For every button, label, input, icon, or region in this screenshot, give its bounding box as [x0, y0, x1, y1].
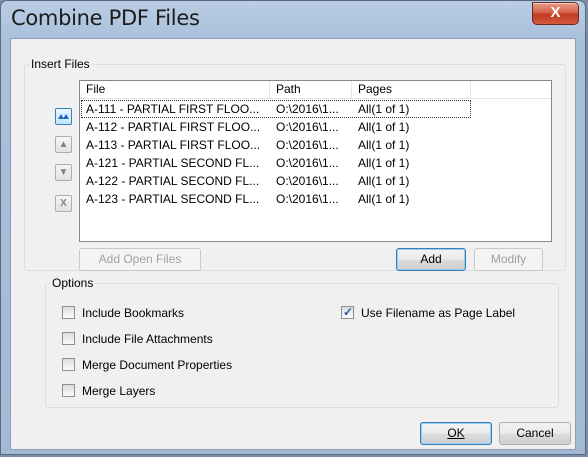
- dialog-title: Combine PDF Files: [11, 6, 200, 30]
- ok-button[interactable]: OK: [420, 422, 492, 445]
- triangle-down-icon: ▼: [58, 167, 69, 178]
- row-path: O:\2016\1...: [276, 102, 339, 116]
- insert-files-label: Insert Files: [31, 57, 90, 71]
- file-list-row[interactable]: A-112 - PARTIAL FIRST FLOO... O:\2016\1.…: [81, 118, 471, 136]
- merge-document-properties-label: Merge Document Properties: [82, 358, 233, 372]
- ok-button-label: OK: [447, 426, 465, 440]
- row-path: O:\2016\1...: [276, 156, 339, 170]
- include-file-attachments-label: Include File Attachments: [82, 332, 213, 346]
- dialog-body: Insert Files File Path Pages A-111 - PAR…: [10, 38, 576, 450]
- merge-layers-label: Merge Layers: [82, 384, 156, 398]
- move-down-button[interactable]: ▼: [55, 164, 72, 181]
- row-file: A-121 - PARTIAL SECOND FL...: [86, 156, 260, 170]
- row-file: A-123 - PARTIAL SECOND FL...: [86, 192, 260, 206]
- cancel-button-label: Cancel: [516, 426, 554, 440]
- file-list-row[interactable]: A-122 - PARTIAL SECOND FL... O:\2016\1..…: [81, 172, 471, 190]
- include-bookmarks-label: Include Bookmarks: [82, 306, 185, 320]
- move-up-button[interactable]: ▲: [55, 136, 72, 153]
- file-list-row[interactable]: A-123 - PARTIAL SECOND FL... O:\2016\1..…: [81, 190, 471, 208]
- row-pages: All(1 of 1): [358, 174, 410, 188]
- row-path: O:\2016\1...: [276, 192, 339, 206]
- column-header-pages[interactable]: Pages: [352, 81, 471, 98]
- row-path: O:\2016\1...: [276, 138, 339, 152]
- checkbox-box: [62, 332, 75, 345]
- modify-button[interactable]: Modify: [474, 248, 543, 271]
- double-triangle-up-icon: [58, 114, 69, 119]
- row-file: A-113 - PARTIAL FIRST FLOO...: [86, 138, 261, 152]
- triangle-up-icon: ▲: [58, 139, 69, 150]
- file-list-header: File Path Pages: [80, 81, 551, 99]
- row-pages: All(1 of 1): [358, 138, 410, 152]
- column-header-file[interactable]: File: [80, 81, 270, 98]
- title-bar[interactable]: Combine PDF Files X: [1, 1, 585, 39]
- file-list-row[interactable]: A-111 - PARTIAL FIRST FLOO... O:\2016\1.…: [81, 100, 471, 118]
- checkmark-icon: ✓: [343, 305, 354, 319]
- close-icon: X: [550, 4, 561, 21]
- file-list-row[interactable]: A-121 - PARTIAL SECOND FL... O:\2016\1..…: [81, 154, 471, 172]
- row-file: A-122 - PARTIAL SECOND FL...: [86, 174, 260, 188]
- close-button[interactable]: X: [532, 2, 579, 25]
- checkbox-box: [62, 306, 75, 319]
- row-pages: All(1 of 1): [358, 192, 410, 206]
- checkbox-box: [62, 384, 75, 397]
- row-file: A-112 - PARTIAL FIRST FLOO...: [86, 120, 261, 134]
- column-header-path[interactable]: Path: [270, 81, 352, 98]
- file-list-row[interactable]: A-113 - PARTIAL FIRST FLOO... O:\2016\1.…: [81, 136, 471, 154]
- dialog-window: Combine PDF Files X Insert Files File Pa…: [0, 0, 586, 455]
- add-button[interactable]: Add: [396, 248, 466, 271]
- options-label: Options: [52, 276, 94, 290]
- remove-icon: X: [60, 198, 67, 209]
- use-filename-as-page-label-label: Use Filename as Page Label: [361, 306, 516, 320]
- row-file: A-111 - PARTIAL FIRST FLOO...: [86, 102, 260, 116]
- row-pages: All(1 of 1): [358, 120, 410, 134]
- add-open-files-button[interactable]: Add Open Files: [79, 248, 201, 271]
- row-path: O:\2016\1...: [276, 120, 339, 134]
- row-path: O:\2016\1...: [276, 174, 339, 188]
- remove-file-button[interactable]: X: [55, 195, 72, 212]
- checkbox-box: ✓: [341, 305, 354, 319]
- cancel-button[interactable]: Cancel: [499, 422, 571, 445]
- row-pages: All(1 of 1): [358, 156, 410, 170]
- file-list[interactable]: File Path Pages A-111 - PARTIAL FIRST FL…: [79, 80, 552, 242]
- move-to-top-button[interactable]: [55, 108, 72, 125]
- row-pages: All(1 of 1): [358, 102, 410, 116]
- checkbox-box: [62, 358, 75, 371]
